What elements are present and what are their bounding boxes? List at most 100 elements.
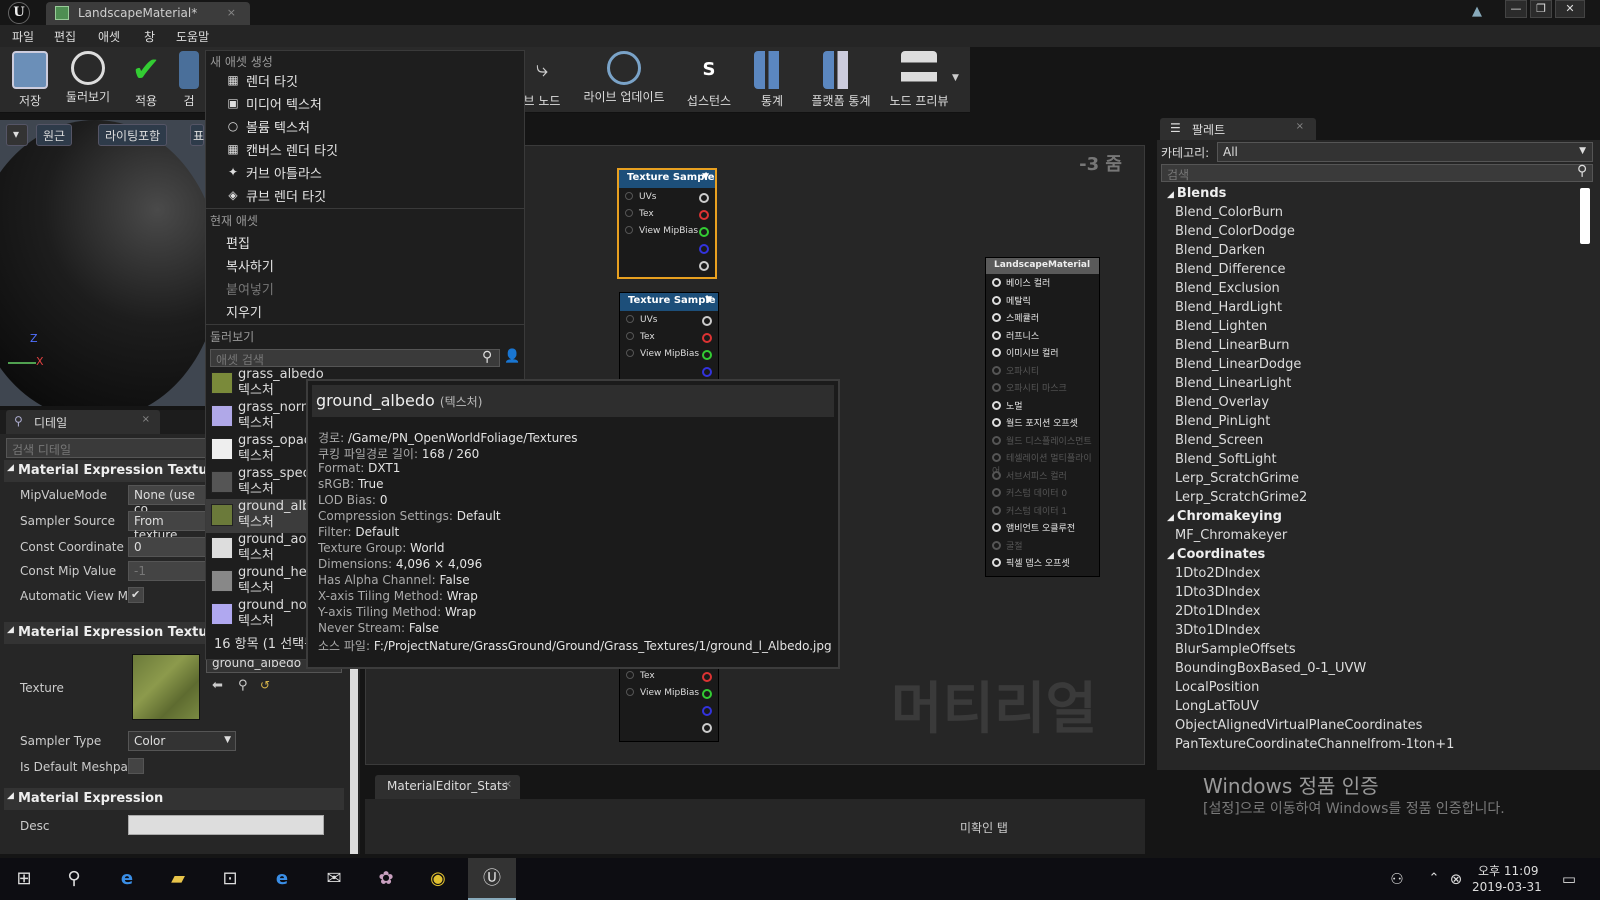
palette-category[interactable]: ◢ Coordinates [1167,547,1265,562]
apply-button[interactable]: ✔ 적용 [124,49,168,111]
details-search-input[interactable]: 검색 디테일 [6,438,206,458]
palette-scrollbar[interactable] [1580,188,1590,244]
nodes-button[interactable]: ⤷ 브 노드 [520,49,564,111]
const-mip-value-field[interactable]: -1 [128,561,208,581]
menu-asset[interactable]: 애셋 [98,28,120,45]
material-input-pin[interactable]: 월드 디스플레이스먼트 [992,434,1092,447]
default-meshpaint-checkbox[interactable] [128,758,144,774]
menu-edit[interactable]: 편집 [54,28,76,45]
palette-item[interactable]: 2Dto1DIndex [1175,604,1260,619]
mip-value-mode-select[interactable]: None (use co [128,485,208,516]
pin-view-mipbias[interactable]: View MipBias [625,226,698,236]
platform-stats-button[interactable]: 플랫폼 통계 [808,49,874,111]
palette-item[interactable]: Blend_Exclusion [1175,281,1280,296]
palette-item[interactable]: LongLatToUV [1175,699,1259,714]
close-window-button[interactable]: ✕ [1555,0,1585,18]
material-input-pin[interactable]: 픽셀 뎁스 오프셋 [992,556,1070,569]
stats-button[interactable]: 통계 [750,49,794,111]
menu-render-target[interactable]: 렌더 타깃 [246,71,298,90]
menu-cube-render-target[interactable]: 큐브 렌더 타깃 [246,186,326,205]
minimize-button[interactable]: — [1505,0,1527,18]
output-pin-a[interactable] [702,723,712,733]
material-input-pin[interactable]: 월드 포지션 오프셋 [992,416,1078,429]
tab-close-icon[interactable]: × [504,779,512,790]
preview-viewport[interactable]: ▾ 원근 라이팅포함 표 Z X [0,120,205,406]
material-input-pin[interactable]: 오파시티 마스크 [992,381,1067,394]
substance-button[interactable]: S 섭스턴스 [684,49,734,111]
material-input-pin[interactable]: 커스텀 데이터 1 [992,504,1067,517]
palette-item[interactable]: Blend_SoftLight [1175,452,1277,467]
menu-copy-asset[interactable]: 복사하기 [226,256,274,275]
pin-view-mipbias[interactable]: View MipBias [626,688,699,698]
live-update-button[interactable]: 라이브 업데이트 [578,49,670,111]
menu-volume-texture[interactable]: 볼륨 텍스처 [246,117,310,136]
graduation-cap-icon[interactable]: ▲ [1472,4,1488,20]
palette-item[interactable]: Blend_LinearLight [1175,376,1291,391]
palette-item[interactable]: Blend_LinearBurn [1175,338,1289,353]
output-pin-a[interactable] [699,261,709,271]
clock-time[interactable]: 오후 11:09 [1478,862,1538,879]
pin-uvs[interactable]: UVs [625,192,656,202]
store-icon[interactable]: ⊡ [216,866,244,892]
texture-sample-node[interactable]: Texture Sample ▼ UVs Tex View MipBias [617,168,717,279]
palette-item[interactable]: BlurSampleOffsets [1175,642,1296,657]
use-selected-arrow-icon[interactable]: ⬅ [212,678,223,693]
output-pin-r[interactable] [699,210,709,220]
menu-canvas-render-target[interactable]: 캔버스 렌더 타깃 [246,140,338,159]
menu-curve-atlas[interactable]: 커브 아틀라스 [246,163,322,182]
texture-thumbnail[interactable] [132,654,200,720]
save-button[interactable]: 저장 [8,49,52,111]
show-button[interactable]: 표 [190,124,204,146]
palette-item[interactable]: 1Dto2DIndex [1175,566,1260,581]
automatic-view-mip-checkbox[interactable]: ✔ [128,587,144,603]
document-tab[interactable]: LandscapeMaterial* × [46,2,250,25]
reset-arrow-icon[interactable]: ↺ [260,678,270,692]
palette-item[interactable]: Blend_Overlay [1175,395,1269,410]
output-pin-b[interactable] [699,244,709,254]
pin-tex[interactable]: Tex [626,671,655,681]
material-input-pin[interactable]: 굴절 [992,539,1023,552]
internet-explorer-icon[interactable]: e [268,866,296,892]
material-input-pin[interactable]: 러프니스 [992,329,1039,342]
texture-sample-node[interactable]: Texture Sample ▼ UVs Tex View MipBias [619,292,719,382]
clock-date[interactable]: 2019-03-31 [1472,880,1542,894]
landscape-material-node[interactable]: LandscapeMaterial 베이스 컬러 메탈릭 스페큘러 러프니스 이미시브 … [985,257,1100,577]
material-input-pin[interactable]: 오파시티 [992,364,1039,377]
output-pin-b[interactable] [702,367,712,377]
browse-magnifier-icon[interactable]: ⚲ [238,678,248,693]
palette-item[interactable]: Blend_HardLight [1175,300,1282,315]
menu-window[interactable]: 창 [144,28,155,45]
palette-item[interactable]: Blend_PinLight [1175,414,1270,429]
mail-icon[interactable]: ✉ [320,866,348,892]
sampler-type-select[interactable]: Color ▼ [128,731,236,751]
output-pin-g[interactable] [702,689,712,699]
sampler-source-select[interactable]: From texture [128,511,208,542]
viewport-options-button[interactable]: ▾ [6,124,28,146]
people-icon[interactable]: ⚇ [1383,866,1411,892]
menu-edit-asset[interactable]: 편집 [226,233,250,252]
palette-search-input[interactable]: 검색 [1161,164,1593,182]
palette-item[interactable]: 1Dto3DIndex [1175,585,1260,600]
unreal-editor-taskbar-icon[interactable]: Ⓤ [468,858,516,900]
pin-uvs[interactable]: UVs [626,315,657,325]
menu-help[interactable]: 도움말 [176,28,209,45]
material-input-pin[interactable]: 메탈릭 [992,294,1031,307]
windows-start-icon[interactable]: ⊞ [10,866,38,892]
network-error-icon[interactable]: ⊗ [1442,866,1470,892]
output-pin-rgb[interactable] [702,316,712,326]
search-button[interactable]: 검 [176,49,202,111]
material-input-pin[interactable]: 노멀 [992,399,1023,412]
palette-item[interactable]: Lerp_ScratchGrime [1175,471,1299,486]
pin-tex[interactable]: Tex [626,332,655,342]
pin-view-mipbias[interactable]: View MipBias [626,349,699,359]
const-coordinate-field[interactable]: 0 [128,537,208,557]
palette-item[interactable]: Blend_Lighten [1175,319,1267,334]
tab-close-icon[interactable]: × [142,414,150,425]
category-select[interactable]: All ▼ [1217,142,1593,162]
tab-material-editor-stats[interactable]: MaterialEditor_Stats × [375,775,520,799]
menu-clear-asset[interactable]: 지우기 [226,302,262,321]
palette-item[interactable]: LocalPosition [1175,680,1259,695]
paint-icon[interactable]: ✿ [372,866,400,892]
output-pin-b[interactable] [702,706,712,716]
palette-item[interactable]: Blend_Screen [1175,433,1263,448]
